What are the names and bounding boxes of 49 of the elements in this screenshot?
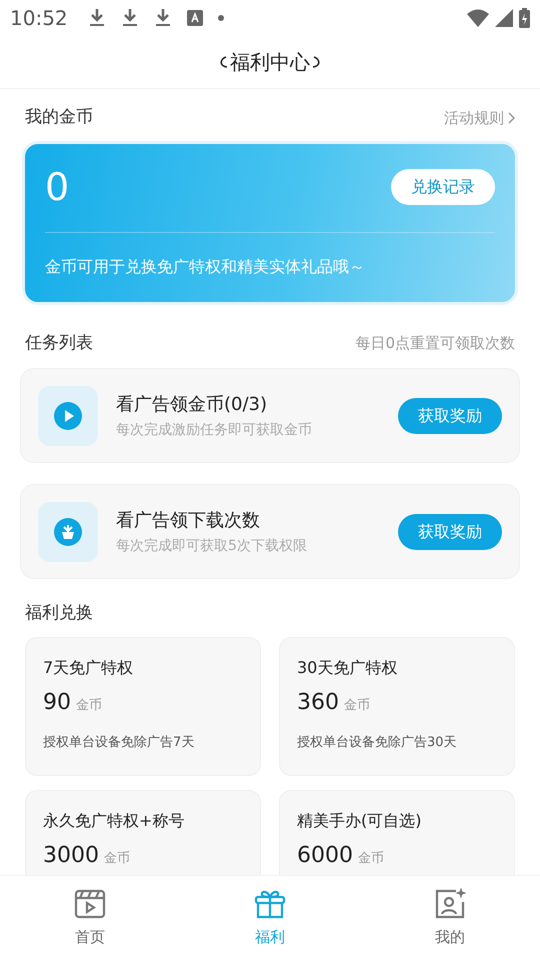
plant-pot-icon bbox=[54, 518, 82, 546]
nav-tab[interactable]: 我的 bbox=[360, 876, 540, 960]
reward-description: 授权单台设备免除广告30天 bbox=[297, 734, 458, 752]
section-title: 福利兑换 bbox=[25, 602, 94, 625]
history-button[interactable]: 兑换记录 bbox=[391, 168, 495, 204]
curl-icon bbox=[218, 55, 228, 69]
price-unit: 金币 bbox=[358, 850, 384, 868]
nav-tab[interactable]: 首页 bbox=[0, 876, 180, 960]
curl-icon bbox=[312, 55, 322, 69]
chevron-icon bbox=[508, 112, 515, 124]
download-icon bbox=[88, 8, 106, 28]
download-icon bbox=[154, 8, 172, 28]
reward-card[interactable]: 精美手办(可自选) 6000 金币 bbox=[279, 790, 515, 875]
section-hint: 每日0点重置可领取次数 bbox=[355, 333, 515, 354]
reward-card[interactable]: 永久免广特权+称号 3000 金币 bbox=[25, 790, 261, 875]
keyboard-icon bbox=[186, 10, 203, 26]
task-subtitle: 每次完成即可获取5次下载权限 bbox=[116, 536, 308, 556]
reward-price: 90 bbox=[43, 688, 71, 716]
profile-icon bbox=[434, 888, 466, 920]
reward-name: 7天免广特权 bbox=[43, 656, 134, 678]
reward-price: 3000 bbox=[43, 842, 99, 870]
reward-price: 360 bbox=[297, 688, 339, 716]
gift-icon bbox=[254, 888, 286, 920]
status-time: 10:52 bbox=[10, 5, 68, 32]
price-unit: 金币 bbox=[76, 696, 102, 714]
coin-balance: 0 bbox=[45, 168, 70, 206]
coin-note: 金币可用于兑换免广特权和精美实体礼品哦～ bbox=[45, 256, 366, 278]
wifi-icon bbox=[467, 9, 489, 27]
task-subtitle: 每次完成激励任务即可获取金币 bbox=[116, 420, 313, 440]
page-title: 福利中心 bbox=[230, 49, 310, 76]
reward-name: 30天免广特权 bbox=[297, 656, 398, 678]
section-title: 任务列表 bbox=[25, 332, 93, 354]
price-unit: 金币 bbox=[104, 850, 130, 868]
battery-icon bbox=[519, 8, 530, 28]
play-icon bbox=[54, 402, 82, 430]
reward-card[interactable]: 30天免广特权 360 金币 授权单台设备免除广告30天 bbox=[279, 636, 515, 776]
video-icon bbox=[74, 888, 106, 920]
task-title: 看广告领下载次数 bbox=[116, 508, 261, 532]
section-title: 我的金币 bbox=[25, 106, 93, 129]
reward-card[interactable]: 7天免广特权 90 金币 授权单台设备免除广告7天 bbox=[25, 636, 261, 776]
download-icon bbox=[120, 8, 139, 28]
reward-price: 6000 bbox=[297, 842, 353, 870]
reward-description: 授权单台设备免除广告7天 bbox=[43, 734, 196, 752]
dot-icon bbox=[218, 15, 224, 21]
reward-name: 永久免广特权+称号 bbox=[43, 810, 186, 832]
reward-name: 精美手办(可自选) bbox=[297, 810, 422, 832]
signal-icon bbox=[495, 9, 513, 27]
task-title: 看广告领金币(0/3) bbox=[116, 392, 268, 416]
price-unit: 金币 bbox=[344, 696, 370, 714]
